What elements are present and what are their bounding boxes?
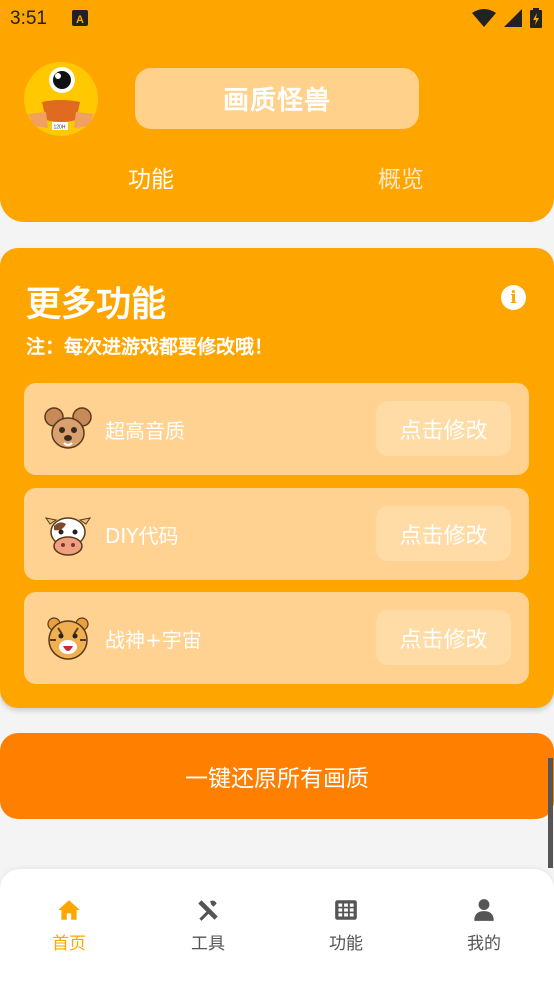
- person-icon: [474, 899, 494, 921]
- modify-button[interactable]: 点击修改: [376, 401, 511, 456]
- status-icons: [472, 8, 542, 32]
- feature-label: DIY代码: [105, 524, 179, 548]
- signal-icon: [504, 9, 522, 31]
- nav-tools-label: 工具: [191, 934, 225, 954]
- nav-tools[interactable]: 工具: [163, 897, 253, 954]
- tab-features[interactable]: 功能: [128, 160, 174, 194]
- modify-button[interactable]: 点击修改: [376, 610, 511, 665]
- nav-features[interactable]: 功能: [301, 897, 391, 954]
- status-bar: 3:51 A: [0, 0, 554, 38]
- feature-label: 超高音质: [105, 419, 185, 443]
- status-time: 3:51: [10, 8, 47, 29]
- tiger-face-icon: [44, 614, 92, 662]
- feature-row: 战神+宇宙 点击修改: [24, 592, 529, 684]
- cow-face-icon: [44, 510, 92, 558]
- mouse-face-icon: [44, 405, 92, 453]
- app-title: 画质怪兽: [135, 68, 419, 129]
- nav-features-label: 功能: [329, 934, 363, 954]
- nav-home[interactable]: 首页: [24, 897, 114, 954]
- tab-overview[interactable]: 概览: [378, 160, 424, 194]
- bottom-nav: 首页 工具 功能 我的: [0, 869, 554, 984]
- nav-mine[interactable]: 我的: [439, 897, 529, 954]
- tools-icon: [198, 900, 218, 921]
- home-icon: [58, 900, 80, 920]
- restore-all-button[interactable]: 一键还原所有画质: [0, 733, 554, 819]
- nav-home-label: 首页: [52, 934, 86, 954]
- app-header: 3:51 A 120H 画质怪兽 功能 概览: [0, 0, 554, 222]
- card-title: 更多功能: [26, 285, 167, 325]
- card-note: 注：每次进游戏都要修改哦！: [26, 336, 274, 358]
- feature-label: 战神+宇宙: [105, 628, 202, 652]
- modify-button[interactable]: 点击修改: [376, 506, 511, 561]
- svg-text:120H: 120H: [54, 125, 66, 131]
- battery-charging-icon: [530, 8, 542, 32]
- svg-text:A: A: [76, 14, 84, 26]
- a-notification-icon: A: [72, 10, 88, 26]
- monster-avatar-icon[interactable]: 120H: [24, 62, 98, 136]
- wifi-icon: [472, 9, 496, 31]
- scrollbar[interactable]: [548, 758, 553, 868]
- more-features-card: 更多功能 i 注：每次进游戏都要修改哦！ 超高音质 点击修改 DIY代码 点击修…: [0, 248, 554, 708]
- grid-icon: [335, 900, 357, 920]
- feature-row: DIY代码 点击修改: [24, 488, 529, 580]
- nav-mine-label: 我的: [467, 934, 501, 954]
- feature-row: 超高音质 点击修改: [24, 383, 529, 475]
- info-icon[interactable]: i: [501, 285, 526, 310]
